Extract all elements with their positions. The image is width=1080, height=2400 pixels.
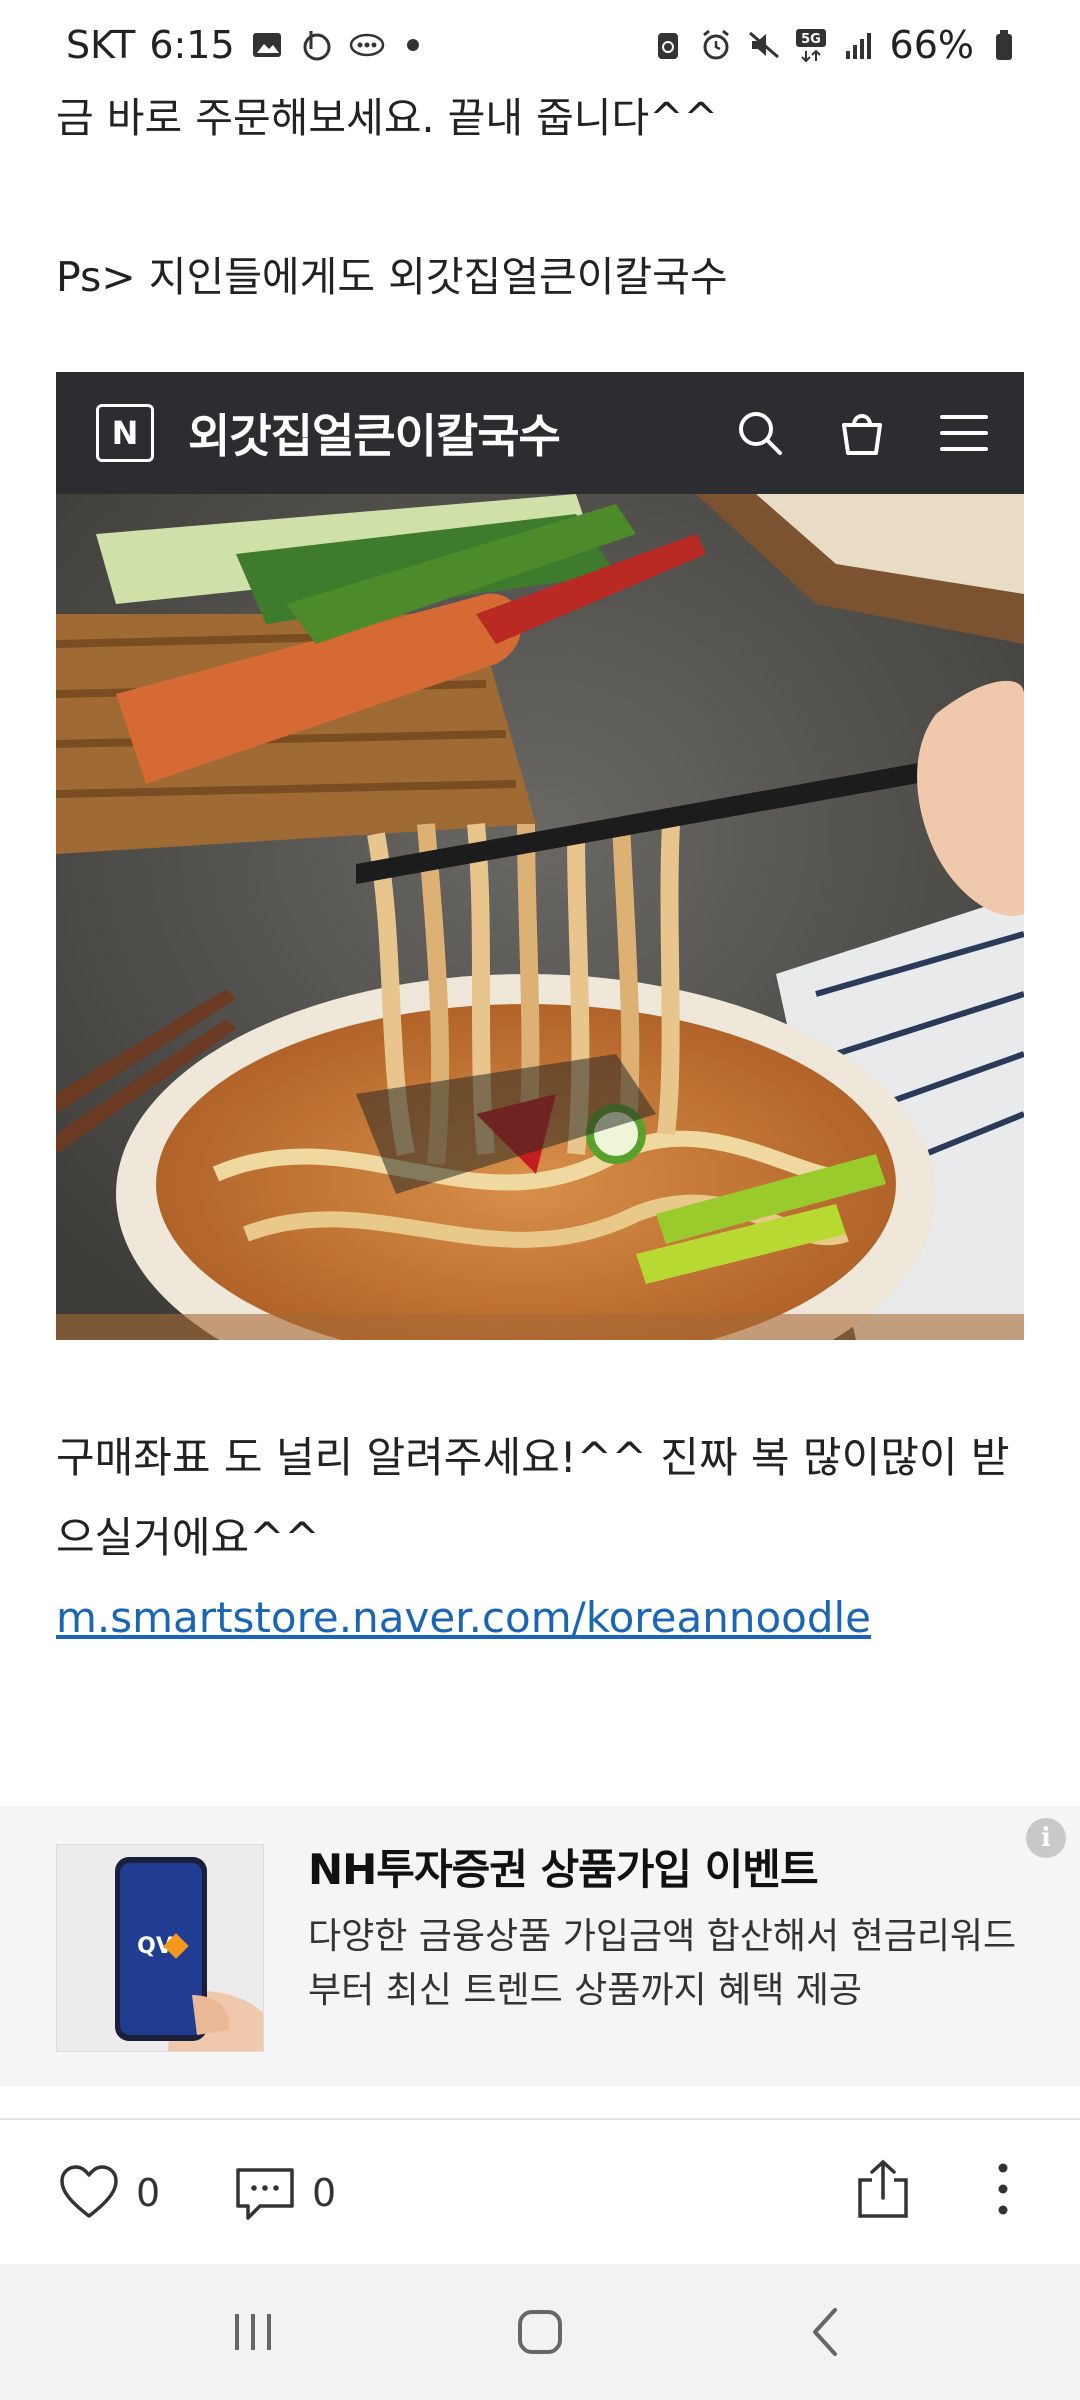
system-nav-bar (0, 2264, 1080, 2400)
svg-text:5G: 5G (801, 32, 821, 47)
alarm-icon (698, 27, 734, 63)
home-button[interactable] (510, 2302, 570, 2362)
status-left: SKT 6:15 (66, 23, 419, 67)
recent-apps-button[interactable] (223, 2302, 283, 2362)
store-banner-image[interactable]: N 외갓집얼큰이칼국수 (56, 372, 1024, 1340)
cart-icon (836, 407, 888, 459)
more-options-button[interactable] (972, 2158, 1034, 2220)
share-button[interactable] (852, 2158, 914, 2220)
gallery-icon (249, 27, 285, 63)
comment-button[interactable]: 0 (234, 2162, 336, 2224)
ad-banner[interactable]: QV NH투자증권 상품가입 이벤트 다양한 금융상품 가입금액 합산해서 현금… (0, 1806, 1080, 2086)
caption-text: 구매좌표 도 널리 알려주세요!^^ 진짜 복 많이많이 받으실거에요^^ (56, 1433, 1010, 1562)
store-header-icons (734, 407, 990, 459)
network-5g-icon: 5G (794, 27, 830, 63)
more-vertical-icon (998, 2163, 1008, 2215)
chat-app-icon (349, 27, 385, 63)
battery-icon (986, 27, 1022, 63)
battery-percent: 66% (889, 23, 974, 67)
store-header: N 외갓집얼큰이칼국수 (56, 372, 1024, 494)
store-link[interactable]: m.smartstore.naver.com/koreannoodle (56, 1593, 871, 1642)
ad-thumbnail[interactable]: QV (56, 1844, 264, 2052)
post-caption: 구매좌표 도 널리 알려주세요!^^ 진짜 복 많이많이 받으실거에요^^ m.… (56, 1418, 1036, 1658)
ad-title[interactable]: NH투자증권 상품가입 이벤트 (308, 1836, 819, 1897)
clock: 6:15 (149, 23, 235, 67)
like-count: 0 (136, 2171, 161, 2215)
noodle-photo (56, 494, 1024, 1340)
naver-logo: N (96, 404, 154, 462)
ad-info-icon[interactable]: i (1026, 1818, 1066, 1858)
comment-count: 0 (312, 2171, 337, 2215)
menu-icon (938, 407, 990, 459)
b-app-icon (299, 27, 335, 63)
status-bar: SKT 6:15 5G 66% (0, 0, 1080, 90)
store-name: 외갓집얼큰이칼국수 (188, 409, 561, 463)
post-action-bar: 0 0 (0, 2120, 1080, 2264)
search-icon (734, 407, 786, 459)
post-text-line: 금 바로 주문해보세요. 끝내 줍니다^^ (56, 94, 718, 142)
like-button[interactable]: 0 (58, 2162, 160, 2224)
back-button[interactable] (797, 2302, 857, 2362)
status-right: 5G 66% (650, 23, 1022, 67)
signal-icon (842, 27, 878, 63)
share-icon (858, 2159, 908, 2218)
notification-dot (406, 39, 419, 51)
post-text-line: Ps> 지인들에게도 외갓집얼큰이칼국수 (56, 253, 728, 301)
heart-icon (60, 2165, 118, 2218)
carrier-label: SKT (66, 23, 136, 67)
lock-recycle-icon (650, 27, 686, 63)
ad-description: 다양한 금융상품 가입금액 합산해서 현금리워드부터 최신 트렌드 상품까지 혜… (308, 1916, 1017, 2011)
mute-icon (746, 27, 782, 63)
comment-icon (236, 2168, 294, 2220)
